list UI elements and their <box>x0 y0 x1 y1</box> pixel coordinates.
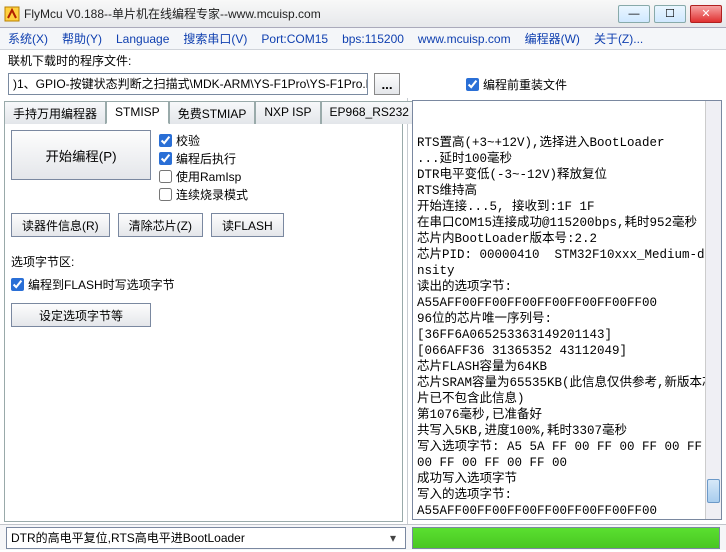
main-area: 手持万用编程器 STMISP 免费STMIAP NXP ISP EP968_RS… <box>0 98 726 524</box>
verify-checkbox-wrap[interactable]: 校验 <box>159 132 248 149</box>
log-line: 芯片内BootLoader版本号:2.2 <box>417 231 717 247</box>
tab-handheld[interactable]: 手持万用编程器 <box>4 101 106 124</box>
scrollbar-track[interactable] <box>705 101 721 519</box>
status-bar: DTR的高电平复位,RTS高电平进BootLoader ▾ <box>0 524 726 550</box>
write-optbytes-checkbox[interactable] <box>11 278 24 291</box>
minimize-button[interactable]: ― <box>618 5 650 23</box>
tab-ep968[interactable]: EP968_RS232 <box>321 101 418 124</box>
rebuild-label: 编程前重装文件 <box>483 76 567 93</box>
log-line: [066AFF36 31365352 43112049] <box>417 343 717 359</box>
runafter-checkbox[interactable] <box>159 152 172 165</box>
reset-mode-select[interactable]: DTR的高电平复位,RTS高电平进BootLoader ▾ <box>6 527 406 549</box>
log-line: [36FF6A065253363149201143] <box>417 327 717 343</box>
tab-strip: 手持万用编程器 STMISP 免费STMIAP NXP ISP EP968_RS… <box>4 100 403 124</box>
tab-stmisp[interactable]: STMISP <box>106 101 169 124</box>
verify-checkbox[interactable] <box>159 134 172 147</box>
erase-chip-button[interactable]: 清除芯片(Z) <box>118 213 203 237</box>
menu-help[interactable]: 帮助(Y) <box>62 30 102 47</box>
progress-bar <box>412 527 720 549</box>
menu-search-port[interactable]: 搜索串口(V) <box>183 30 247 47</box>
menu-site[interactable]: www.mcuisp.com <box>418 32 511 46</box>
reset-mode-value: DTR的高电平复位,RTS高电平进BootLoader <box>11 529 245 546</box>
right-pane: RTS置高(+3~+12V),选择进入BootLoader...延时100毫秒D… <box>408 98 726 524</box>
log-line: 写入选项字节: A5 5A FF 00 FF 00 FF 00 FF 00 FF… <box>417 439 717 471</box>
contmode-checkbox-wrap[interactable]: 连续烧录模式 <box>159 186 248 203</box>
ramisp-checkbox-wrap[interactable]: 使用RamIsp <box>159 168 248 185</box>
window-title: FlyMcu V0.188--单片机在线编程专家--www.mcuisp.com <box>24 5 618 22</box>
file-label: 联机下载时的程序文件: <box>0 50 726 70</box>
menu-bps[interactable]: bps:115200 <box>342 32 404 46</box>
file-path-input[interactable]: )1、GPIO-按键状态判断之扫描式\MDK-ARM\YS-F1Pro\YS-F… <box>8 73 368 95</box>
log-line: DTR电平变低(-3~-12V)释放复位 <box>417 167 717 183</box>
scrollbar-thumb[interactable] <box>707 479 720 503</box>
contmode-checkbox[interactable] <box>159 188 172 201</box>
ramisp-checkbox[interactable] <box>159 170 172 183</box>
browse-button[interactable]: ... <box>374 73 400 95</box>
rebuild-checkbox[interactable] <box>466 78 479 91</box>
tab-nxpisp[interactable]: NXP ISP <box>255 101 320 124</box>
tab-stmiap[interactable]: 免费STMIAP <box>169 101 256 124</box>
read-flash-button[interactable]: 读FLASH <box>211 213 284 237</box>
close-button[interactable]: ✕ <box>690 5 722 23</box>
runafter-checkbox-wrap[interactable]: 编程后执行 <box>159 150 248 167</box>
log-line: A55AFF00FF00FF00FF00FF00FF00FF00 <box>417 503 717 519</box>
maximize-button[interactable]: ☐ <box>654 5 686 23</box>
log-line: www.mcuisp.com(全脱机手持编程器EP968,全球首创)向您报告,命… <box>417 519 717 520</box>
log-line: 写入的选项字节: <box>417 487 717 503</box>
log-line: 开始连接...5, 接收到:1F 1F <box>417 199 717 215</box>
menu-port[interactable]: Port:COM15 <box>261 32 328 46</box>
log-line: ...延时100毫秒 <box>417 151 717 167</box>
menu-programmer[interactable]: 编程器(W) <box>525 30 580 47</box>
menu-language[interactable]: Language <box>116 32 169 46</box>
log-line: A55AFF00FF00FF00FF00FF00FF00FF00 <box>417 295 717 311</box>
write-optbytes-checkbox-wrap[interactable]: 编程到FLASH时写选项字节 <box>11 276 396 293</box>
left-pane: 手持万用编程器 STMISP 免费STMIAP NXP ISP EP968_RS… <box>0 98 408 524</box>
log-line: RTS置高(+3~+12V),选择进入BootLoader <box>417 135 717 151</box>
window-controls: ― ☐ ✕ <box>618 5 722 23</box>
app-icon <box>4 6 20 22</box>
menu-about[interactable]: 关于(Z)... <box>594 30 643 47</box>
menu-system[interactable]: 系统(X) <box>8 30 48 47</box>
log-line: 芯片FLASH容量为64KB <box>417 359 717 375</box>
start-programming-button[interactable]: 开始编程(P) <box>11 130 151 180</box>
log-line: 共写入5KB,进度100%,耗时3307毫秒 <box>417 423 717 439</box>
log-line: 芯片SRAM容量为65535KB(此信息仅供参考,新版本芯片已不包含此信息) <box>417 375 717 407</box>
log-line: 96位的芯片唯一序列号: <box>417 311 717 327</box>
read-device-info-button[interactable]: 读器件信息(R) <box>11 213 110 237</box>
tab-body: 开始编程(P) 校验 编程后执行 使用RamIsp 连续烧录模式 读器件信息(R… <box>4 124 403 522</box>
log-line: 读出的选项字节: <box>417 279 717 295</box>
rebuild-checkbox-wrap[interactable]: 编程前重装文件 <box>466 76 567 93</box>
chevron-down-icon: ▾ <box>385 531 401 545</box>
file-path-row: )1、GPIO-按键状态判断之扫描式\MDK-ARM\YS-F1Pro\YS-F… <box>0 70 726 98</box>
log-line: 在串口COM15连接成功@115200bps,耗时952毫秒 <box>417 215 717 231</box>
option-bytes-label: 选项字节区: <box>11 253 396 270</box>
set-option-bytes-button[interactable]: 设定选项字节等 <box>11 303 151 327</box>
log-output[interactable]: RTS置高(+3~+12V),选择进入BootLoader...延时100毫秒D… <box>412 100 722 520</box>
log-line: 成功写入选项字节 <box>417 471 717 487</box>
log-line: 第1076毫秒,已准备好 <box>417 407 717 423</box>
log-line: 芯片PID: 00000410 STM32F10xxx_Medium-densi… <box>417 247 717 279</box>
menu-bar: 系统(X) 帮助(Y) Language 搜索串口(V) Port:COM15 … <box>0 28 726 50</box>
log-line: RTS维持高 <box>417 183 717 199</box>
title-bar: FlyMcu V0.188--单片机在线编程专家--www.mcuisp.com… <box>0 0 726 28</box>
